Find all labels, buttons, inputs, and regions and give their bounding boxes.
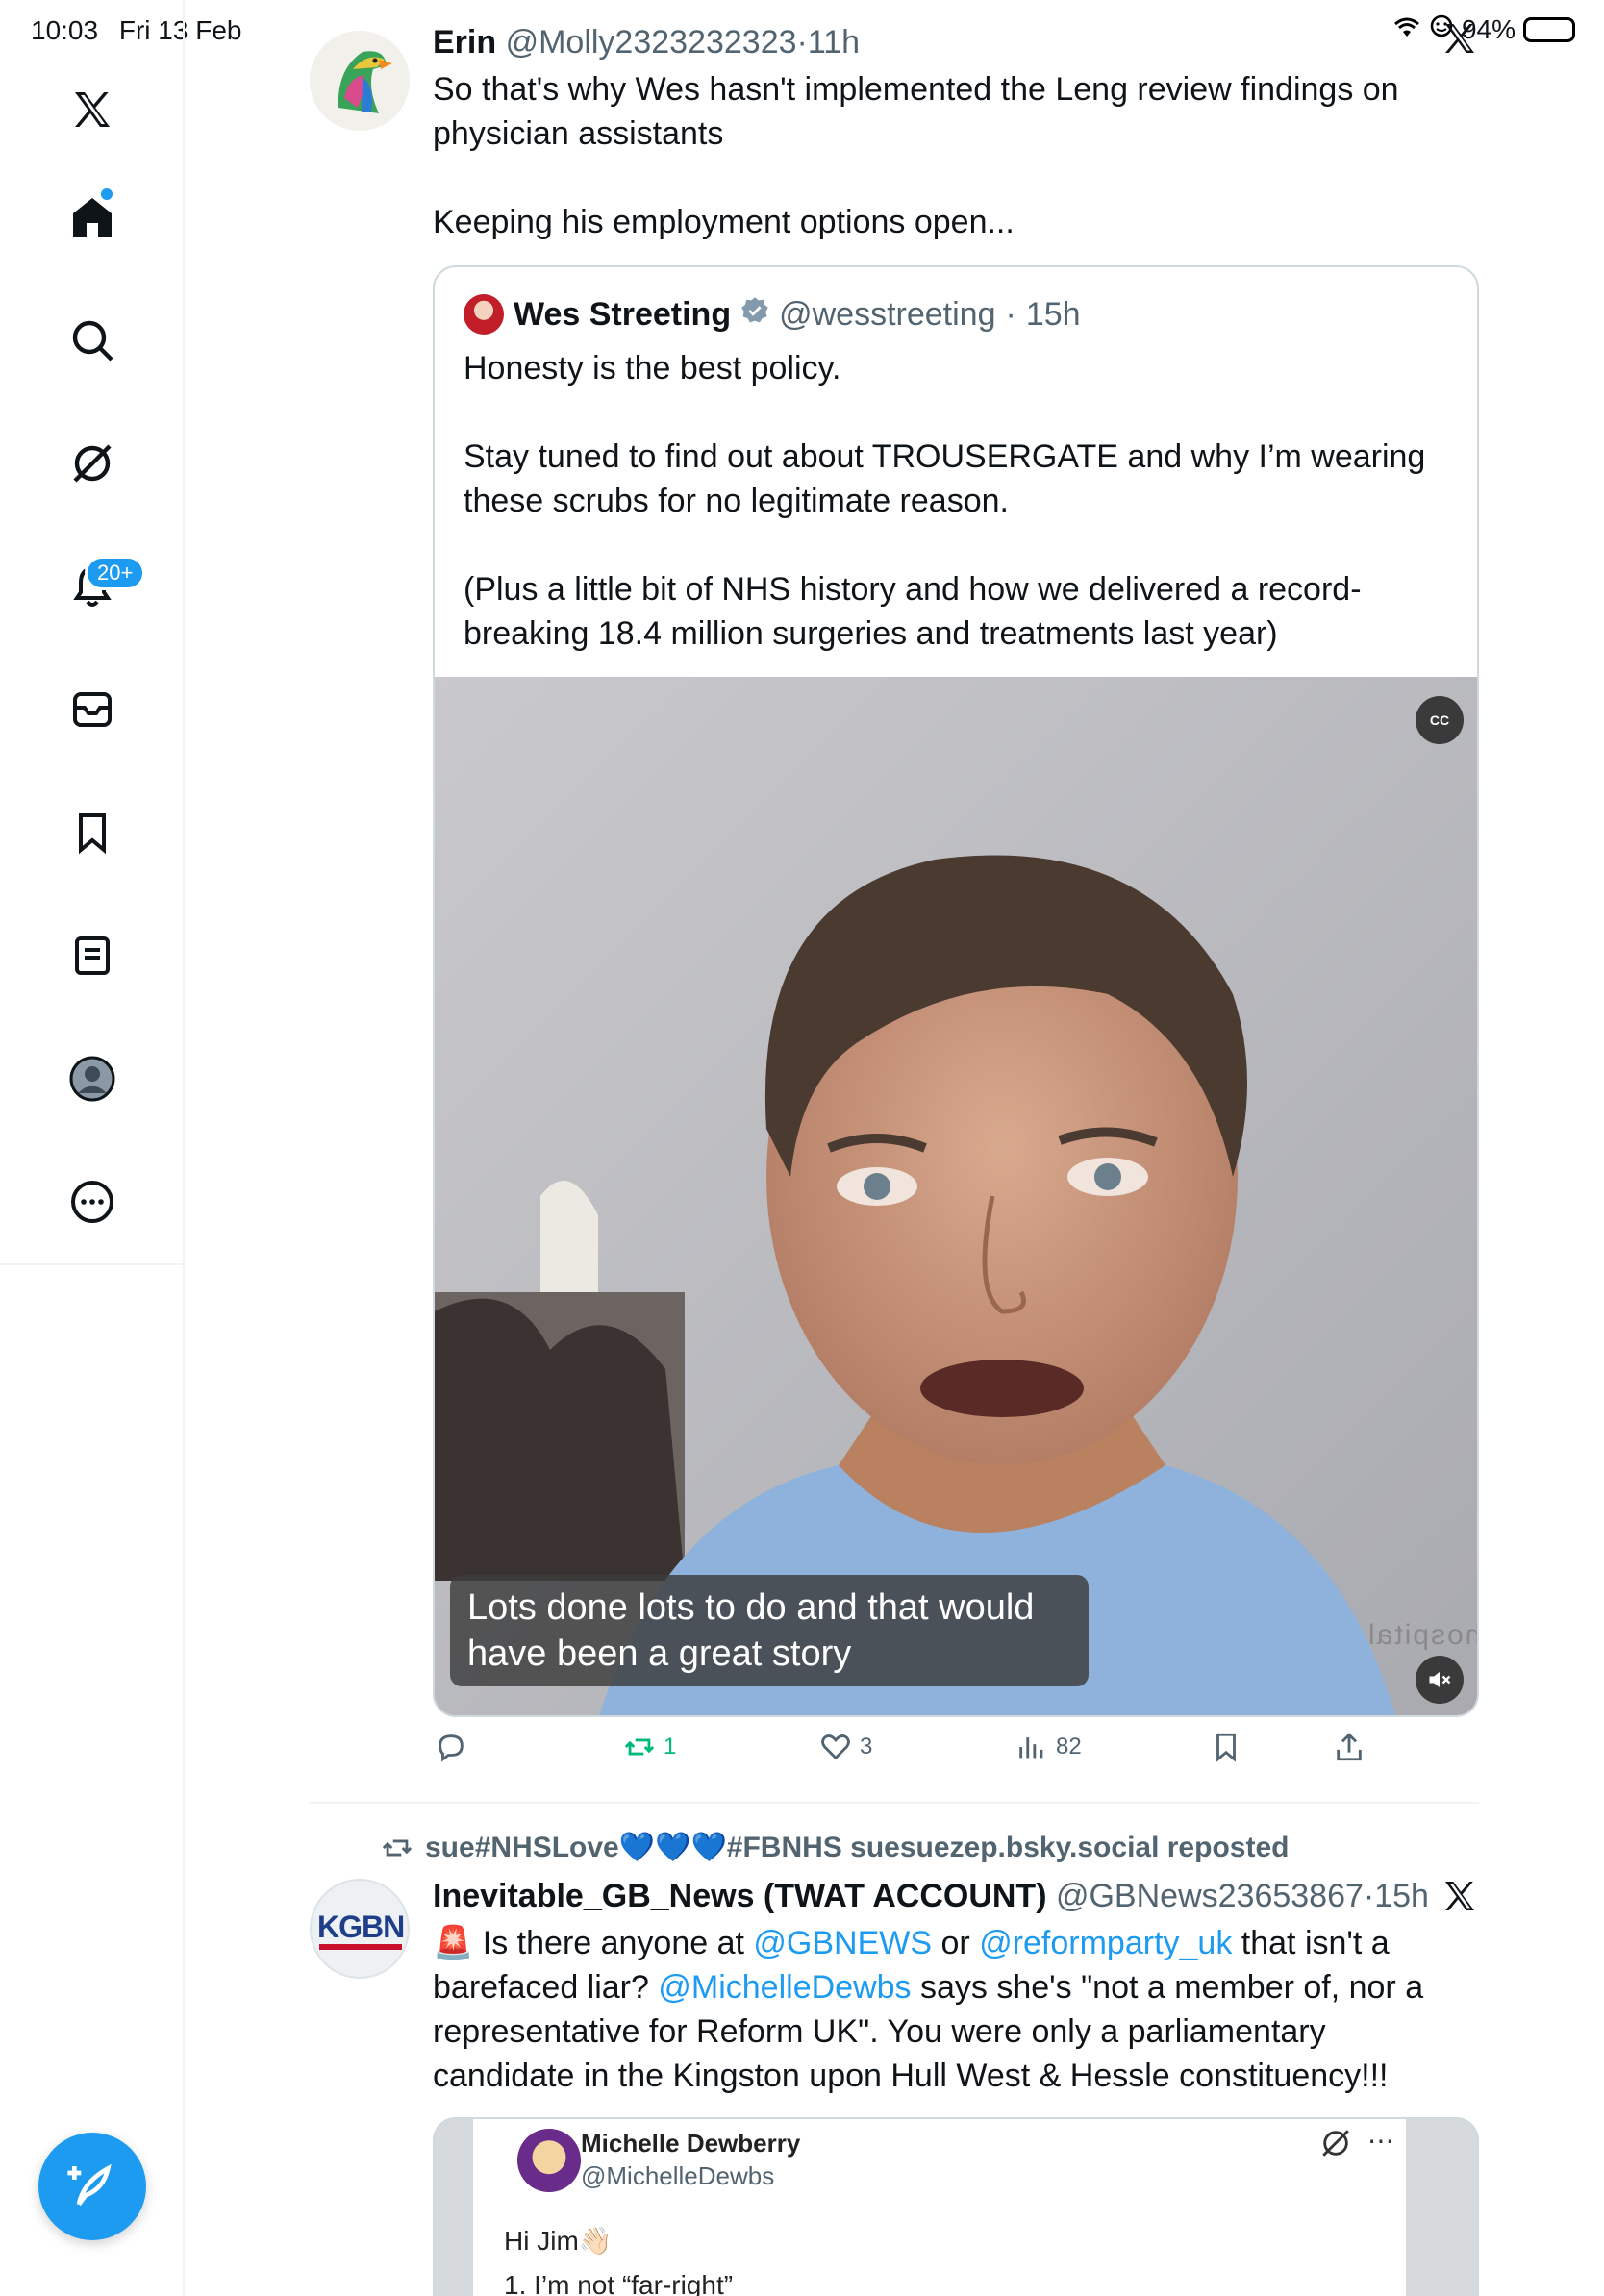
eagle-avatar-icon: [310, 31, 410, 131]
feather-plus-icon: [67, 2163, 112, 2207]
tweet2-text-segment: or: [932, 1925, 980, 1961]
separator-dot: ·: [1363, 1878, 1375, 1914]
quote-line: [464, 523, 1444, 567]
tweet1-line: [433, 156, 1452, 200]
tweet1-handle[interactable]: @Molly2323232323: [506, 24, 797, 61]
closed-captions-button[interactable]: CC: [1416, 696, 1464, 744]
screenshot-line: Hi Jim👋🏻: [504, 2226, 613, 2256]
tweet1-avatar[interactable]: [310, 31, 410, 131]
messages-icon[interactable]: [63, 681, 121, 738]
quote-line: Honesty is the best policy.: [464, 350, 841, 387]
status-indicators: 94%: [1392, 13, 1575, 45]
tweet1-header: Erin @Molly2323232323·11h: [433, 21, 860, 63]
quote-avatar[interactable]: [464, 294, 504, 335]
bookmark-button[interactable]: [1210, 1731, 1242, 1763]
screenshot-avatar: [517, 2129, 581, 2192]
repost-count: 1: [664, 1734, 677, 1759]
quoted-tweet[interactable]: Wes Streeting @wesstreeting · 15h Honesty …: [433, 265, 1479, 1717]
repost-icon: [624, 1738, 655, 1756]
tweet2-handle[interactable]: @GBNews23653867: [1056, 1878, 1364, 1914]
wifi-icon: [1392, 14, 1421, 45]
views-icon: [1019, 1737, 1043, 1759]
x-logo-icon[interactable]: [1441, 19, 1479, 67]
verified-badge-icon: [740, 296, 769, 334]
bookmarks-icon[interactable]: [63, 804, 121, 861]
notifications-badge: 20+: [85, 556, 146, 590]
lists-icon[interactable]: [63, 927, 121, 985]
profile-avatar-icon[interactable]: [63, 1050, 121, 1108]
mention-link[interactable]: @MichelleDewbs: [658, 1969, 911, 2006]
search-icon[interactable]: [63, 312, 121, 369]
speaker-muted-icon: [1429, 1671, 1451, 1688]
bookmark-icon: [1216, 1733, 1236, 1762]
views-count: 82: [1056, 1734, 1082, 1759]
home-unread-dot: [101, 188, 113, 200]
tweet1-actions: 1 3 82: [435, 1731, 1377, 1779]
x-logo-icon[interactable]: [1441, 1877, 1479, 1925]
tweet2-time[interactable]: 15h: [1374, 1878, 1429, 1914]
tweet2-avatar[interactable]: KGBN: [310, 1879, 410, 1979]
mute-button[interactable]: [1416, 1656, 1464, 1704]
home-icon[interactable]: [63, 188, 121, 246]
quote-header: Wes Streeting @wesstreeting · 15h: [464, 294, 1081, 335]
tweet2-header: Inevitable_GB_News (TWAT ACCOUNT) @GBNew…: [433, 1875, 1429, 1917]
tweet2-text: 🚨 Is there anyone at @GBNEWS or @reformp…: [433, 1921, 1452, 2098]
views-button[interactable]: 82: [1015, 1731, 1082, 1763]
screenshot-handle: @MichelleDewbs: [581, 2161, 775, 2190]
like-button[interactable]: 3: [819, 1731, 872, 1763]
grok-icon: [1319, 2127, 1352, 2164]
tweet1-time[interactable]: 11h: [808, 24, 860, 61]
quote-text: Honesty is the best policy. Stay tuned t…: [464, 346, 1444, 656]
screenshot-author-name: Michelle Dewberry: [581, 2129, 801, 2158]
mention-link[interactable]: @reformparty_uk: [979, 1925, 1232, 1961]
compose-button[interactable]: [38, 2133, 146, 2240]
more-icon[interactable]: [63, 1173, 121, 1231]
repost-icon: [382, 1839, 413, 1856]
video-caption: Lots done lots to do and that would have…: [450, 1575, 1089, 1686]
tweet2-author-name[interactable]: Inevitable_GB_News (TWAT ACCOUNT): [433, 1878, 1047, 1914]
separator-dot: ·: [796, 24, 808, 61]
screenshot-text: Hi Jim👋🏻 1. I’m not “far-right”: [504, 2219, 733, 2296]
screenshot-line: 1. I’m not “far-right”: [504, 2270, 734, 2296]
like-count: 3: [860, 1734, 873, 1759]
quote-author-name[interactable]: Wes Streeting: [514, 296, 731, 334]
video-player[interactable]: CC hospital Lots done lots to do and tha…: [435, 677, 1479, 1715]
tweet-divider: [310, 1802, 1479, 1804]
sidebar-divider: [0, 1263, 185, 1265]
share-icon: [1337, 1733, 1362, 1761]
quote-time[interactable]: 15h: [1026, 296, 1081, 334]
quote-handle[interactable]: @wesstreeting: [779, 296, 995, 334]
screenshot-card: Michelle Dewberry @MichelleDewbs ⋯ Hi Ji…: [473, 2119, 1406, 2296]
wall-sign-text: hospital: [1366, 1619, 1479, 1651]
quote-line: Stay tuned to find out about TROUSERGATE…: [464, 438, 1426, 519]
mention-link[interactable]: @GBNEWS: [753, 1925, 932, 1961]
tweet2-text-segment: 🚨 Is there anyone at: [433, 1925, 754, 1961]
tweet2-avatar-logo: KGBN: [317, 1909, 405, 1944]
tweet1-line: So that's why Wes hasn't implemented the…: [433, 71, 1399, 152]
x-logo-icon[interactable]: [63, 81, 121, 138]
heart-icon: [821, 1734, 850, 1760]
reply-button[interactable]: [435, 1731, 475, 1763]
repost-attribution-text: sue#NHSLove💙💙💙#FBNHS suesuezep.bsky.soci…: [425, 1832, 1290, 1863]
sidebar: 20+: [0, 0, 185, 2296]
tweet1-author-name[interactable]: Erin: [433, 24, 496, 61]
battery-icon: [1523, 16, 1575, 42]
share-button[interactable]: [1333, 1731, 1366, 1763]
tweet2-image[interactable]: Michelle Dewberry @MichelleDewbs ⋯ Hi Ji…: [433, 2117, 1479, 2296]
repost-button[interactable]: 1: [623, 1731, 676, 1763]
grok-icon[interactable]: [63, 435, 121, 492]
quote-line: [464, 390, 1444, 435]
repost-attribution[interactable]: sue#NHSLove💙💙💙#FBNHS suesuezep.bsky.soci…: [381, 1831, 1289, 1864]
quote-line: (Plus a little bit of NHS history and ho…: [464, 571, 1362, 652]
tweet1-line: Keeping his employment options open...: [433, 204, 1015, 240]
reply-icon: [439, 1734, 464, 1762]
separator-dot: ·: [1005, 295, 1016, 333]
video-frame: [435, 677, 1477, 1715]
more-icon: ⋯: [1367, 2126, 1394, 2156]
tweet1-text: So that's why Wes hasn't implemented the…: [433, 67, 1452, 244]
